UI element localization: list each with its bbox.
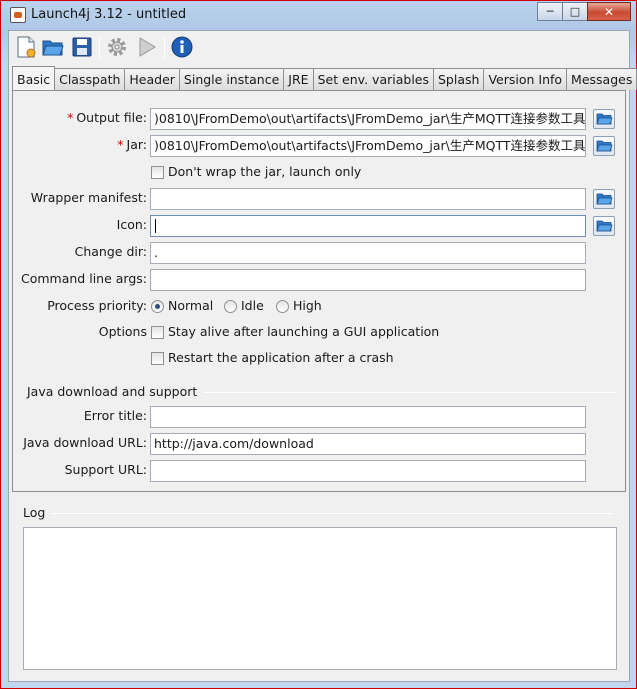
log-title: Log: [23, 505, 46, 520]
tab-header[interactable]: Header: [124, 68, 180, 90]
required-marker: *: [67, 110, 74, 125]
restart-checkbox[interactable]: [151, 352, 164, 365]
priority-high-label: High: [293, 298, 322, 313]
tab-strip: Basic Classpath Header Single instance J…: [12, 66, 637, 90]
tab-basic[interactable]: Basic: [12, 66, 56, 90]
tab-messages[interactable]: Messages: [566, 68, 637, 90]
jar-browse-button[interactable]: [593, 136, 615, 156]
app-icon: [10, 7, 26, 23]
window-controls: ─ □ ✕: [537, 2, 631, 21]
toolbar: [9, 31, 629, 64]
tab-classpath[interactable]: Classpath: [54, 68, 126, 90]
jar-label-text: Jar:: [126, 137, 147, 152]
minimize-button[interactable]: ─: [537, 2, 563, 21]
support-url-label: Support URL:: [64, 462, 147, 477]
tab-set-env-variables[interactable]: Set env. variables: [312, 68, 434, 90]
open-folder-icon: [596, 140, 613, 152]
output-file-browse-button[interactable]: [593, 109, 615, 129]
priority-idle-radio[interactable]: [224, 300, 237, 313]
window-title: Launch4j 3.12 - untitled: [31, 7, 187, 22]
cmd-args-label: Command line args:: [21, 271, 147, 286]
text-caret: [155, 219, 156, 233]
process-priority-label: Process priority:: [47, 298, 147, 313]
toolbar-separator: [164, 36, 165, 58]
tab-version-info[interactable]: Version Info: [483, 68, 568, 90]
save-icon[interactable]: [70, 35, 94, 59]
open-folder-icon: [596, 113, 613, 125]
info-icon[interactable]: [170, 35, 194, 59]
tab-jre[interactable]: JRE: [283, 68, 314, 90]
new-file-icon[interactable]: [14, 35, 38, 59]
java-download-section-title: Java download and support: [27, 384, 198, 399]
stay-alive-label: Stay alive after launching a GUI applica…: [168, 324, 440, 339]
basic-tab-panel: * Output file: )0810\JFromDemo\out\artifa…: [12, 90, 626, 492]
log-textarea[interactable]: [23, 527, 617, 670]
wrapper-manifest-browse-button[interactable]: [593, 189, 615, 209]
client-area: Basic Classpath Header Single instance J…: [8, 30, 637, 682]
restart-label: Restart the application after a crash: [168, 350, 394, 365]
jar-label: * Jar:: [117, 137, 147, 152]
change-dir-label: Change dir:: [74, 244, 147, 259]
icon-browse-button[interactable]: [593, 216, 615, 236]
close-button[interactable]: ✕: [587, 2, 631, 21]
toolbar-separator: [99, 36, 100, 58]
open-folder-icon: [596, 193, 613, 205]
java-download-url-label: Java download URL:: [23, 435, 147, 450]
build-gear-icon[interactable]: [105, 35, 129, 59]
open-folder-icon: [596, 220, 613, 232]
app-window: Launch4j 3.12 - untitled ─ □ ✕ Basic Cla…: [0, 0, 637, 689]
priority-high-radio[interactable]: [276, 300, 289, 313]
stay-alive-checkbox[interactable]: [151, 326, 164, 339]
icon-field[interactable]: [150, 215, 586, 237]
dont-wrap-label: Don't wrap the jar, launch only: [168, 164, 362, 179]
dont-wrap-checkbox[interactable]: [151, 166, 164, 179]
java-download-url-field[interactable]: http://java.com/download: [150, 433, 586, 455]
priority-normal-label: Normal: [168, 298, 214, 313]
change-dir-field[interactable]: .: [150, 242, 586, 264]
error-title-label: Error title:: [83, 408, 147, 423]
run-play-icon[interactable]: [135, 35, 159, 59]
tab-single-instance[interactable]: Single instance: [178, 68, 285, 90]
title-bar[interactable]: Launch4j 3.12 - untitled ─ □ ✕: [1, 1, 636, 29]
open-folder-icon[interactable]: [41, 35, 65, 59]
cmd-args-field[interactable]: [150, 269, 586, 291]
tab-splash[interactable]: Splash: [433, 68, 485, 90]
jar-field[interactable]: )0810\JFromDemo\out\artifacts\JFromDemo_…: [150, 135, 586, 157]
priority-normal-radio[interactable]: [151, 300, 164, 313]
priority-idle-label: Idle: [241, 298, 264, 313]
wrapper-manifest-field[interactable]: [150, 188, 586, 210]
output-file-field[interactable]: )0810\JFromDemo\out\artifacts\JFromDemo_…: [150, 108, 586, 130]
options-label: Options: [98, 324, 147, 339]
log-divider: [51, 513, 613, 514]
maximize-button[interactable]: □: [562, 2, 588, 21]
output-file-label: * Output file:: [67, 110, 147, 125]
wrapper-manifest-label: Wrapper manifest:: [30, 190, 147, 205]
icon-label: Icon:: [116, 217, 147, 232]
required-marker: *: [117, 137, 124, 152]
error-title-field[interactable]: [150, 406, 586, 428]
section-divider: [203, 392, 616, 393]
output-file-label-text: Output file:: [76, 110, 147, 125]
support-url-field[interactable]: [150, 460, 586, 482]
